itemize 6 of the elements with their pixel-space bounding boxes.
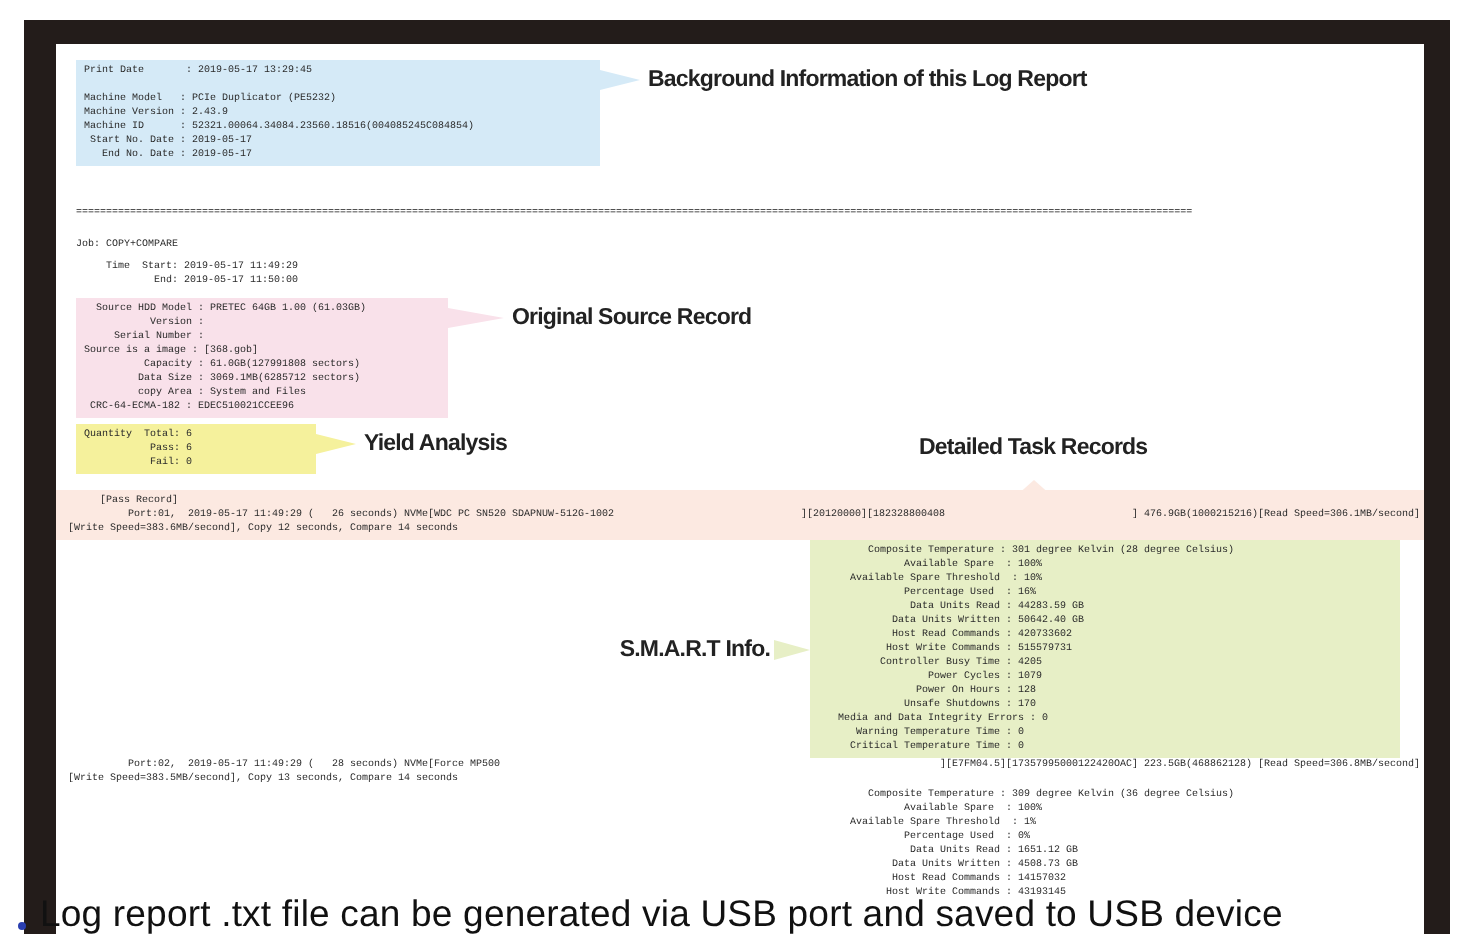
callout-label: Detailed Task Records bbox=[919, 436, 1148, 460]
callout-label: Background Information of this Log Report bbox=[648, 68, 1087, 92]
callout-label: Original Source Record bbox=[512, 306, 752, 330]
callout-label: S.M.A.R.T Info. bbox=[619, 637, 770, 661]
callout-label: Yield Analysis bbox=[364, 432, 508, 456]
bullet-icon bbox=[18, 922, 26, 930]
